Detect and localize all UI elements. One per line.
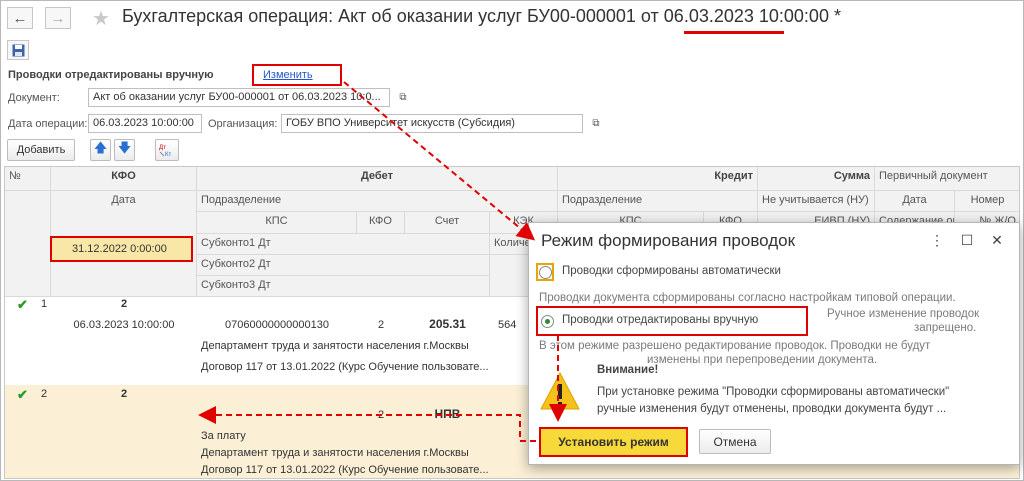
set-mode-button[interactable]: Установить режим — [539, 427, 688, 457]
col-header-subkonto1-dt[interactable]: Субконто1 Дт — [197, 234, 490, 255]
back-button[interactable]: ← — [7, 7, 33, 29]
forward-button[interactable]: → — [45, 7, 71, 29]
postings-mode-label: Проводки отредактированы вручную — [8, 69, 214, 81]
arrow-right-icon: → — [50, 9, 66, 27]
window-title: Бухгалтерская операция: Акт об оказании … — [122, 6, 841, 26]
open-organization-icon[interactable]: ⧉ — [587, 114, 605, 133]
option-auto-label[interactable]: Проводки сформированы автоматически — [562, 265, 781, 277]
col-header-sum[interactable]: Сумма — [758, 167, 875, 191]
row2-subkonto0[interactable]: За плату — [201, 430, 246, 442]
cancel-button[interactable]: Отмена — [699, 429, 771, 454]
col-header-debit[interactable]: Дебет — [197, 167, 558, 191]
col-header-number[interactable]: № — [5, 167, 51, 191]
move-down-button[interactable]: 🡇 — [114, 139, 135, 161]
operation-date-field[interactable]: 06.03.2023 10:00:00 — [88, 114, 202, 133]
col-header-subdivision-kt[interactable]: Подразделение — [558, 191, 758, 212]
row1-account[interactable]: 205.31 — [405, 317, 490, 331]
date-underline-annotation — [684, 31, 784, 34]
col-header-subdivision-dt[interactable]: Подразделение — [197, 191, 558, 212]
manual-description-line1: В этом режиме разрешено редактирование п… — [539, 340, 931, 352]
change-mode-link[interactable]: Изменить — [263, 69, 313, 81]
row2-number: 2 — [41, 388, 48, 400]
row2-subkonto1[interactable]: Департамент труда и занятости населения … — [201, 447, 469, 459]
row1-kps[interactable]: 07060000000000130 — [197, 319, 357, 331]
col-header-number-spacer — [5, 191, 51, 297]
arrow-up-icon: 🡅 — [93, 140, 108, 155]
col-header-subkonto2-dt[interactable]: Субконто2 Дт — [197, 255, 490, 276]
swap-dt-kt-button[interactable]: Дт Кт — [155, 139, 179, 161]
col-header-credit[interactable]: Кредит — [558, 167, 758, 191]
row1-kek[interactable]: 564 — [498, 319, 516, 331]
row2-kfo[interactable]: 2 — [51, 388, 197, 400]
col-header-account[interactable]: Счет — [405, 212, 490, 234]
row2-checked-icon: ✔ — [17, 387, 28, 402]
col-header-subkonto3-dt[interactable]: Субконто3 Дт — [197, 276, 490, 297]
row1-number: 1 — [41, 298, 48, 310]
move-up-button[interactable]: 🡅 — [90, 139, 111, 161]
open-document-icon[interactable]: ⧉ — [394, 88, 412, 107]
operation-date-label: Дата операции: — [8, 118, 88, 130]
dialog-menu-icon[interactable]: ⋮ — [929, 232, 945, 249]
col-header-pd-date[interactable]: Дата — [875, 191, 955, 212]
row2-date-cell[interactable]: 31.12.2022 0:00:00 — [50, 236, 193, 262]
arrow-left-icon: ← — [12, 9, 28, 27]
manual-description-line2: изменены при перепроведении документа. — [647, 354, 878, 366]
col-header-kfo-dt[interactable]: КФО — [357, 212, 405, 234]
warning-title: Внимание! — [597, 364, 659, 376]
row1-date[interactable]: 06.03.2023 10:00:00 — [51, 319, 197, 331]
warning-line2: ручные изменения будут отменены, проводк… — [597, 403, 947, 415]
col-header-pd-number[interactable]: Номер — [955, 191, 1019, 212]
dialog-close-icon[interactable]: ✕ — [989, 232, 1005, 249]
radio-auto[interactable] — [539, 266, 552, 279]
dialog-maximize-icon[interactable]: ☐ — [959, 232, 975, 249]
manual-note-line2: запрещено. — [914, 322, 977, 334]
manual-note-line1: Ручное изменение проводок — [827, 308, 980, 320]
row2-account[interactable]: НПВ — [405, 407, 490, 421]
row1-kfo[interactable]: 2 — [51, 298, 197, 310]
radio-manual[interactable] — [541, 315, 554, 328]
organization-label: Организация: — [208, 118, 278, 130]
document-label: Документ: — [8, 92, 60, 104]
dialog-title: Режим формирования проводок — [541, 231, 796, 250]
favorite-star-icon[interactable]: ★ — [92, 6, 110, 31]
row1-checked-icon: ✔ — [17, 297, 28, 312]
option-auto-description: Проводки документа сформированы согласно… — [539, 292, 956, 304]
col-header-kfo[interactable]: КФО — [51, 167, 197, 191]
row1-kfo-dt[interactable]: 2 — [357, 319, 405, 331]
posting-mode-dialog: Режим формирования проводок ⋮ ☐ ✕ Провод… — [528, 222, 1020, 465]
row2-kfo-dt[interactable]: 2 — [357, 409, 405, 421]
dt-kt-swap-icon: ДтКт — [159, 145, 171, 158]
save-button[interactable] — [7, 40, 29, 60]
col-header-kps[interactable]: КПС — [197, 212, 357, 234]
row1-subkonto2[interactable]: Договор 117 от 13.01.2022 (Курс Обучение… — [201, 361, 489, 373]
arrow-down-icon: 🡇 — [117, 140, 132, 155]
add-button[interactable]: Добавить — [7, 139, 75, 161]
document-field[interactable]: Акт об оказании услуг БУ00-000001 от 06.… — [88, 88, 390, 107]
floppy-disk-icon — [12, 44, 24, 56]
svg-text:Кт: Кт — [165, 152, 171, 158]
col-header-primary-document[interactable]: Первичный документ — [875, 167, 1019, 191]
col-header-not-counted[interactable]: Не учитывается (НУ) — [758, 191, 875, 212]
row2-subkonto2[interactable]: Договор 117 от 13.01.2022 (Курс Обучение… — [201, 464, 489, 476]
row1-subkonto1[interactable]: Департамент труда и занятости населения … — [201, 340, 469, 352]
warning-icon — [540, 371, 580, 410]
option-manual-label[interactable]: Проводки отредактированы вручную — [562, 314, 758, 326]
organization-field[interactable]: ГОБУ ВПО Университет искусств (Субсидия) — [281, 114, 583, 133]
svg-text:Дт: Дт — [159, 145, 166, 151]
change-mode-link-box[interactable]: Изменить — [252, 64, 342, 86]
warning-line1: При установке режима "Проводки сформиров… — [597, 386, 950, 398]
